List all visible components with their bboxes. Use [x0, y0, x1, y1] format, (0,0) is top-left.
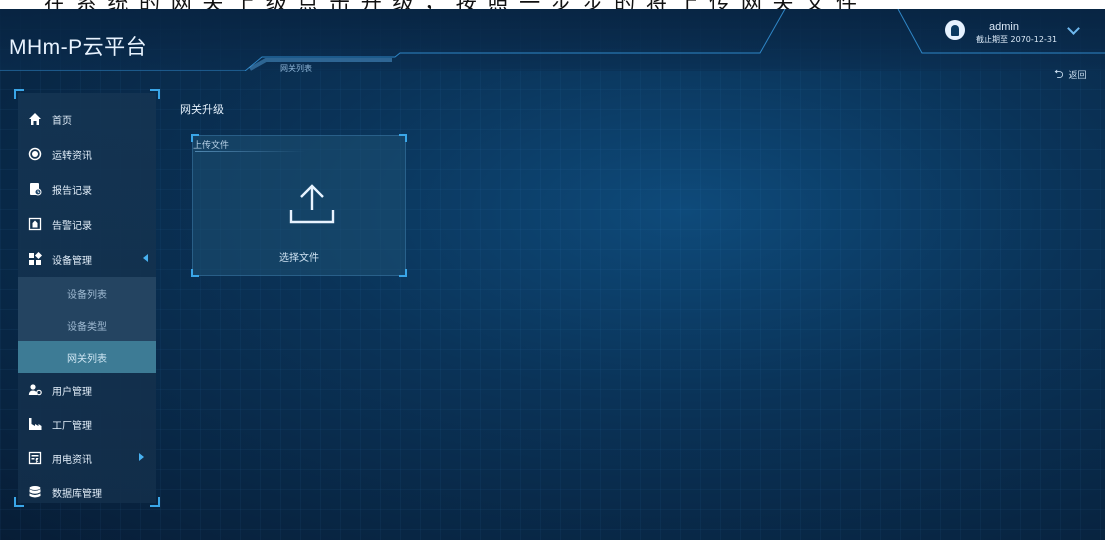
- sidebar-item-label: 首页: [52, 115, 72, 127]
- sidebar-item-alarms[interactable]: 告警记录: [18, 207, 156, 241]
- user-menu[interactable]: admin 截止期至 2070-12-31: [945, 20, 1095, 50]
- header-decoration-lines: [0, 9, 1105, 71]
- back-label: 返回: [1068, 71, 1087, 81]
- back-button[interactable]: ⮌ 返回: [1054, 65, 1087, 86]
- tab-gateway-list[interactable]: 网关列表: [280, 63, 312, 74]
- frame-corner: [191, 269, 199, 277]
- sidebar-subitem-device-type[interactable]: 设备类型: [18, 309, 156, 341]
- sidebar-subitem-device-list[interactable]: 设备列表: [18, 277, 156, 309]
- factory-icon: [29, 418, 42, 430]
- grid-icon: [29, 252, 42, 265]
- sidebar-item-database-management[interactable]: 数据库管理: [18, 475, 156, 509]
- frame-corner: [150, 89, 160, 99]
- upload-label: 上传文件: [193, 141, 230, 151]
- sidebar-item-label: 设备管理: [52, 255, 92, 267]
- document-text-strip: 在 系 统 的 网 关 上 级 点 击 升 级 ， 按 照 一 步 步 的 将 …: [0, 0, 1105, 9]
- chevron-down-icon[interactable]: [1067, 22, 1080, 35]
- sidebar-item-operations[interactable]: 运转资讯: [18, 137, 156, 171]
- report-icon: [30, 183, 42, 196]
- user-expiry: 截止期至 2070-12-31: [976, 35, 1058, 44]
- users-icon: [28, 384, 42, 396]
- avatar[interactable]: [945, 20, 965, 40]
- back-arrow-icon: ⮌: [1054, 67, 1064, 81]
- sidebar-item-factory-management[interactable]: 工厂管理: [18, 407, 156, 441]
- app-window: MHm-P云平台 网关列表 admin 截止期至 2070-12-31 ⮌ 返回…: [0, 9, 1105, 540]
- frame-corner: [399, 269, 407, 277]
- sidebar-item-label: 运转资讯: [52, 150, 92, 162]
- upload-panel: 上传文件 选择文件: [191, 134, 407, 277]
- choose-file-label[interactable]: 选择文件: [193, 249, 405, 264]
- meter-icon: [28, 451, 42, 465]
- home-icon: [29, 113, 41, 125]
- upload-icon[interactable]: [287, 180, 337, 230]
- caret-left-icon: [143, 254, 148, 262]
- frame-corner: [14, 89, 24, 99]
- sidebar-item-label: 用户管理: [52, 386, 92, 398]
- sidebar-item-power-info[interactable]: 用电资讯: [18, 441, 156, 475]
- page-title: 网关升级: [180, 103, 224, 116]
- sidebar-subitem-label: 设备列表: [67, 289, 107, 301]
- caret-right-icon: [139, 453, 144, 461]
- app-logo: MHm-P云平台: [9, 36, 148, 59]
- divider: [195, 151, 305, 152]
- top-bar: MHm-P云平台 网关列表 admin 截止期至 2070-12-31 ⮌ 返回: [0, 9, 1105, 81]
- sidebar-subitem-label: 网关列表: [67, 353, 107, 365]
- sidebar-item-reports[interactable]: 报告记录: [18, 172, 156, 206]
- sidebar-subitem-label: 设备类型: [67, 321, 107, 333]
- sidebar-item-user-management[interactable]: 用户管理: [18, 373, 156, 407]
- alarm-icon: [28, 217, 42, 231]
- sidebar-item-home[interactable]: 首页: [18, 102, 156, 136]
- sidebar-item-label: 工厂管理: [52, 420, 92, 432]
- sidebar-item-label: 数据库管理: [52, 488, 102, 500]
- document-text: 在 系 统 的 网 关 上 级 点 击 升 级 ， 按 照 一 步 步 的 将 …: [44, 0, 859, 9]
- frame-corner: [399, 134, 407, 142]
- sidebar-item-label: 用电资讯: [52, 454, 92, 466]
- database-icon: [29, 486, 41, 498]
- record-icon: [28, 147, 42, 161]
- user-name: admin: [989, 21, 1019, 33]
- sidebar-item-label: 报告记录: [52, 185, 92, 197]
- sidebar: 首页 运转资讯 报告记录 告警记录 设备管理 设备列表 设备类型 网关列表 用户…: [14, 89, 160, 507]
- sidebar-subitem-gateway-list[interactable]: 网关列表: [18, 341, 156, 373]
- sidebar-item-device-management[interactable]: 设备管理: [18, 242, 156, 276]
- sidebar-item-label: 告警记录: [52, 220, 92, 232]
